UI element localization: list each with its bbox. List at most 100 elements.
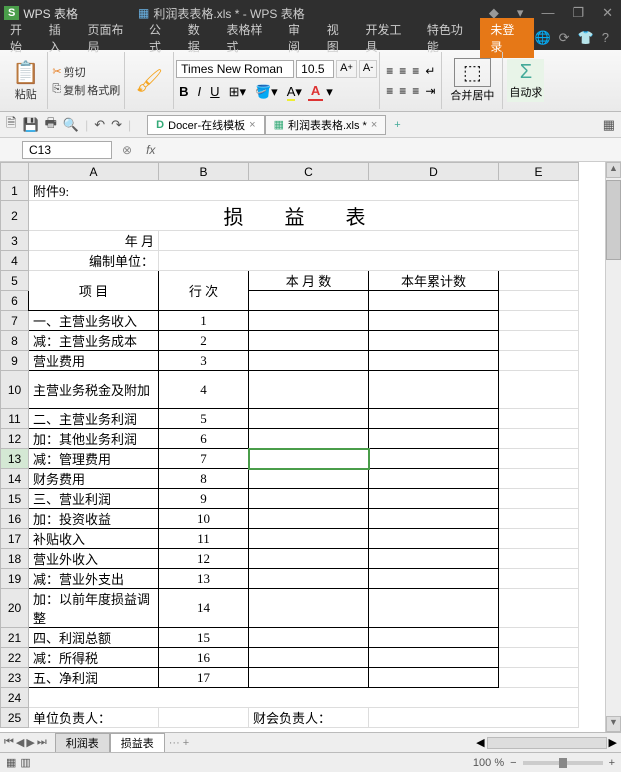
cell-line[interactable]: 8 [159,469,249,489]
minimize-button[interactable]: — [537,5,558,21]
select-all-corner[interactable] [1,163,29,181]
help-icon[interactable]: ? [602,30,609,46]
cell-month[interactable] [249,569,369,589]
cell-item[interactable]: 补贴收入 [29,529,159,549]
row-header[interactable]: 23 [1,668,29,688]
save-icon[interactable]: 💾 [22,117,38,133]
cell-month[interactable] [249,351,369,371]
row-header[interactable]: 19 [1,569,29,589]
cell-year[interactable] [369,509,499,529]
paste-button[interactable]: 📋 粘贴 [8,58,43,104]
cell-year[interactable] [369,668,499,688]
cell-year[interactable] [369,549,499,569]
cell-line[interactable]: 1 [159,311,249,331]
col-header-c[interactable]: C [249,163,369,181]
cell-year[interactable] [369,409,499,429]
cell-month[interactable] [249,469,369,489]
row-header[interactable]: 25 [1,708,29,728]
row-header[interactable]: 22 [1,648,29,668]
cell-item[interactable]: 减：主营业务成本 [29,331,159,351]
cell-year[interactable] [369,589,499,628]
fill-color-button[interactable]: 🪣▾ [252,83,281,101]
indent-button[interactable]: ⇥ [423,83,437,99]
spreadsheet-grid[interactable]: A B C D E 1附件9: 2损 益 表 3年 月 4编制单位： 5 项 目… [0,162,605,732]
cell-year[interactable] [369,569,499,589]
autosum-button[interactable]: Σ 自动求 [507,59,544,102]
refresh-icon[interactable]: ⟳ [559,30,570,46]
cell-line[interactable]: 7 [159,449,249,469]
cell-line[interactable]: 14 [159,589,249,628]
cell-year[interactable] [369,628,499,648]
align-mid-button[interactable]: ≡ [397,63,408,79]
font-decrease-button[interactable]: A- [359,60,377,78]
italic-button[interactable]: I [195,83,205,100]
cell-year[interactable] [369,648,499,668]
cell-year[interactable] [369,489,499,509]
row-header[interactable]: 18 [1,549,29,569]
cell-month[interactable] [249,429,369,449]
cell-month[interactable] [249,509,369,529]
cell-year[interactable] [369,371,499,409]
view-page-icon[interactable]: ▥ [20,756,30,769]
undo-icon[interactable]: ↶ [94,117,105,133]
hscroll-left-icon[interactable]: ◀ [476,736,484,749]
format-painter-label[interactable]: 格式刷 [87,82,120,98]
add-tab[interactable]: + [386,118,408,132]
header-month[interactable]: 本 月 数 [249,271,369,291]
cell-line[interactable]: 4 [159,371,249,409]
cell-year[interactable] [369,351,499,371]
cell-item[interactable]: 一、主营业务收入 [29,311,159,331]
cell-year[interactable] [369,429,499,449]
view-normal-icon[interactable]: ▦ [6,756,16,769]
row-header[interactable]: 16 [1,509,29,529]
close-file-tab[interactable]: × [371,119,377,131]
cell-month[interactable] [249,331,369,351]
row-header[interactable]: 15 [1,489,29,509]
row-header[interactable]: 6 [1,291,29,311]
align-center-button[interactable]: ≡ [397,83,408,99]
zoom-out-button[interactable]: − [510,757,516,769]
cell-year[interactable] [369,331,499,351]
cell-item[interactable]: 主营业务税金及附加 [29,371,159,409]
row-header[interactable]: 2 [1,201,29,231]
cell-item[interactable]: 五、净利润 [29,668,159,688]
cell[interactable]: 年 月 [29,231,159,251]
scroll-up-icon[interactable]: ▲ [606,162,621,178]
close-docer-tab[interactable]: × [249,119,255,131]
highlight-button[interactable]: A▾ [284,83,305,101]
align-right-button[interactable]: ≡ [410,83,421,99]
row-header[interactable]: 24 [1,688,29,708]
cell-item[interactable]: 减：管理费用 [29,449,159,469]
cell-line[interactable]: 11 [159,529,249,549]
cell-line[interactable]: 10 [159,509,249,529]
fx-icon[interactable]: fx [146,143,155,157]
cut-button[interactable]: ✂剪切 [52,64,120,80]
cell-month[interactable] [249,628,369,648]
row-header[interactable]: 7 [1,311,29,331]
vertical-scrollbar[interactable]: ▲ ▼ [605,162,621,732]
cell-line[interactable]: 17 [159,668,249,688]
cell-line[interactable]: 9 [159,489,249,509]
cell-year[interactable] [369,311,499,331]
col-header-d[interactable]: D [369,163,499,181]
scroll-down-icon[interactable]: ▼ [606,716,621,732]
zoom-slider[interactable] [523,761,603,765]
cell-month[interactable] [249,648,369,668]
cell-month[interactable] [249,489,369,509]
row-header[interactable]: 17 [1,529,29,549]
cell[interactable]: 财会负责人： [249,708,369,728]
wrap-button[interactable]: ↵ [423,63,437,79]
print-icon[interactable]: 🖶 [45,114,57,136]
cell-item[interactable]: 减：所得税 [29,648,159,668]
first-sheet-icon[interactable]: ⏮ [4,736,14,749]
hscroll-right-icon[interactable]: ▶ [609,736,617,749]
cell-item[interactable]: 财务费用 [29,469,159,489]
cell-item[interactable]: 营业外收入 [29,549,159,569]
col-header-a[interactable]: A [29,163,159,181]
cell-year[interactable] [369,449,499,469]
align-left-button[interactable]: ≡ [384,83,395,99]
row-header[interactable]: 10 [1,371,29,409]
cell-line[interactable]: 2 [159,331,249,351]
font-color-button[interactable]: A [308,82,323,101]
row-header[interactable]: 20 [1,589,29,628]
